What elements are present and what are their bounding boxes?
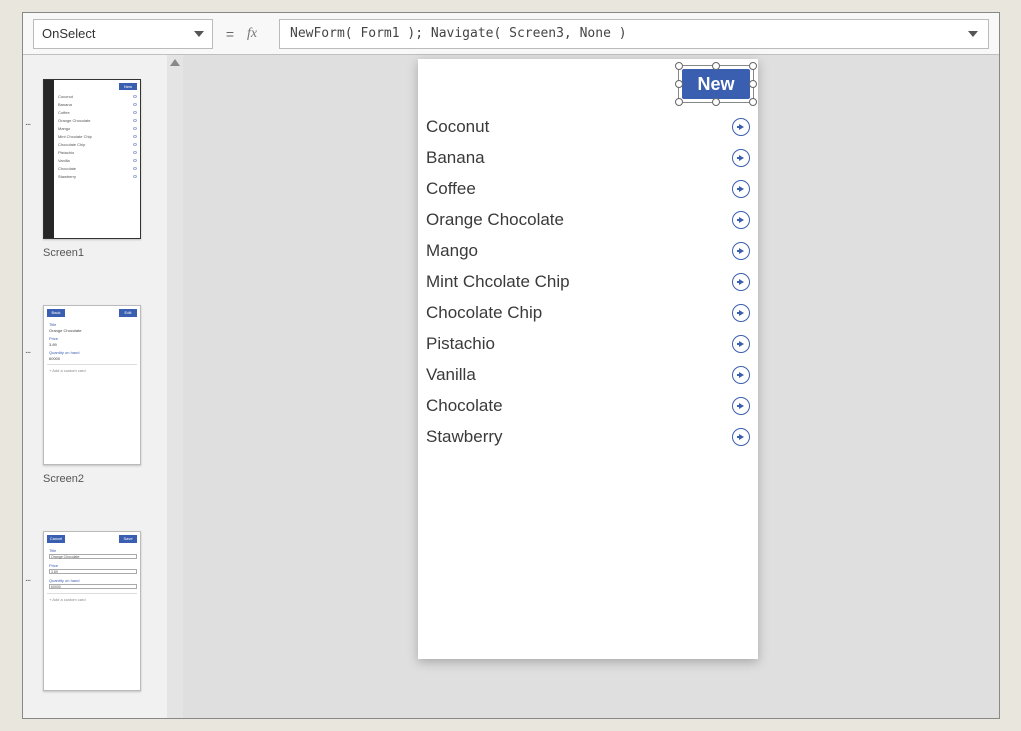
- list-item-label: Orange Chocolate: [426, 210, 564, 230]
- device-frame: New Coconut Banana Coffee Orange Chocolate M…: [418, 59, 758, 659]
- equals-sign: =: [223, 26, 237, 42]
- screen-menu-dots[interactable]: ...: [25, 117, 30, 128]
- list-item[interactable]: Stawberry: [426, 421, 750, 452]
- thumbnail-screen2[interactable]: Back Edit Title Orange Chocolate Price 3…: [43, 305, 141, 465]
- app-frame: OnSelect = fx NewForm( Form1 ); Navigate…: [22, 12, 1000, 719]
- list-item-label: Mango: [426, 241, 478, 261]
- thumbnail-label: Screen1: [43, 247, 84, 259]
- screen-menu-dots[interactable]: ...: [25, 573, 30, 584]
- thumb-list-item: Chocolate Chip: [58, 142, 85, 147]
- thumbnail-screen3[interactable]: Cancel Save Title Orange Chocolate Price…: [43, 531, 141, 691]
- thumb-list-item: Vanilla: [58, 158, 70, 163]
- resize-handle[interactable]: [749, 80, 757, 88]
- thumb-list-item: Chocolate: [58, 166, 76, 171]
- arrow-right-icon[interactable]: [732, 118, 750, 136]
- thumb-list-item: Mint Chcolate Chip: [58, 134, 92, 139]
- thumb-list-item: Banana: [58, 102, 72, 107]
- new-button-label: New: [697, 74, 734, 95]
- list-item-label: Vanilla: [426, 365, 476, 385]
- list-item[interactable]: Pistachio: [426, 328, 750, 359]
- property-selector[interactable]: OnSelect: [33, 19, 213, 49]
- list-item[interactable]: Mint Chcolate Chip: [426, 266, 750, 297]
- gallery: Coconut Banana Coffee Orange Chocolate Mango…: [426, 111, 750, 452]
- resize-handle[interactable]: [675, 98, 683, 106]
- arrow-right-icon[interactable]: [732, 242, 750, 260]
- screens-panel: ... New Coconut Banana Coffee Orange Chocol…: [23, 55, 183, 718]
- thumb-list-item: Coffee: [58, 110, 70, 115]
- list-item-label: Mint Chcolate Chip: [426, 272, 570, 292]
- formula-bar: OnSelect = fx NewForm( Form1 ); Navigate…: [23, 13, 999, 55]
- list-item-label: Stawberry: [426, 427, 503, 447]
- thumb-back-button: Back: [47, 309, 65, 317]
- thumb-save-button: Save: [119, 535, 137, 543]
- formula-input[interactable]: NewForm( Form1 ); Navigate( Screen3, Non…: [279, 19, 989, 49]
- chevron-down-icon: [194, 31, 204, 37]
- chevron-down-icon[interactable]: [968, 31, 978, 37]
- list-item-label: Pistachio: [426, 334, 495, 354]
- thumb-edit-button: Edit: [119, 309, 137, 317]
- arrow-right-icon[interactable]: [732, 180, 750, 198]
- thumbnail-screen1[interactable]: New Coconut Banana Coffee Orange Chocolate M…: [43, 79, 141, 239]
- scrollbar[interactable]: [167, 55, 183, 718]
- arrow-right-icon[interactable]: [732, 335, 750, 353]
- resize-handle[interactable]: [712, 98, 720, 106]
- thumb-list-item: Orange Chocolate: [58, 118, 90, 123]
- list-item[interactable]: Banana: [426, 142, 750, 173]
- list-item[interactable]: Orange Chocolate: [426, 204, 750, 235]
- list-item[interactable]: Chocolate Chip: [426, 297, 750, 328]
- arrow-right-icon[interactable]: [732, 149, 750, 167]
- arrow-right-icon[interactable]: [732, 211, 750, 229]
- list-item-label: Coffee: [426, 179, 476, 199]
- list-item-label: Coconut: [426, 117, 489, 137]
- formula-text: NewForm( Form1 ); Navigate( Screen3, Non…: [290, 26, 627, 41]
- thumb-cancel-button: Cancel: [47, 535, 65, 543]
- list-item-label: Chocolate Chip: [426, 303, 542, 323]
- thumb-list-item: Coconut: [58, 94, 73, 99]
- fx-icon: fx: [247, 26, 269, 42]
- thumb-new-button: New: [119, 83, 137, 90]
- list-item-label: Chocolate: [426, 396, 503, 416]
- property-selector-value: OnSelect: [42, 26, 95, 41]
- list-item[interactable]: Coffee: [426, 173, 750, 204]
- new-button[interactable]: New: [682, 69, 750, 99]
- thumb-list-item: Mango: [58, 126, 70, 131]
- arrow-right-icon[interactable]: [732, 428, 750, 446]
- arrow-right-icon[interactable]: [732, 273, 750, 291]
- arrow-right-icon[interactable]: [732, 397, 750, 415]
- thumbnail-label: Screen2: [43, 473, 84, 485]
- thumb-list-item: Stawberry: [58, 174, 76, 179]
- list-item[interactable]: Vanilla: [426, 359, 750, 390]
- resize-handle[interactable]: [749, 98, 757, 106]
- list-item[interactable]: Mango: [426, 235, 750, 266]
- list-item[interactable]: Chocolate: [426, 390, 750, 421]
- resize-handle[interactable]: [749, 62, 757, 70]
- arrow-right-icon[interactable]: [732, 366, 750, 384]
- screen-menu-dots[interactable]: ...: [25, 345, 30, 356]
- list-item-label: Banana: [426, 148, 485, 168]
- scroll-up-icon[interactable]: [170, 59, 180, 66]
- thumb-list-item: Pistachio: [58, 150, 74, 155]
- canvas[interactable]: New Coconut Banana Coffee Orange Chocolate M…: [183, 55, 999, 718]
- list-item[interactable]: Coconut: [426, 111, 750, 142]
- arrow-right-icon[interactable]: [732, 304, 750, 322]
